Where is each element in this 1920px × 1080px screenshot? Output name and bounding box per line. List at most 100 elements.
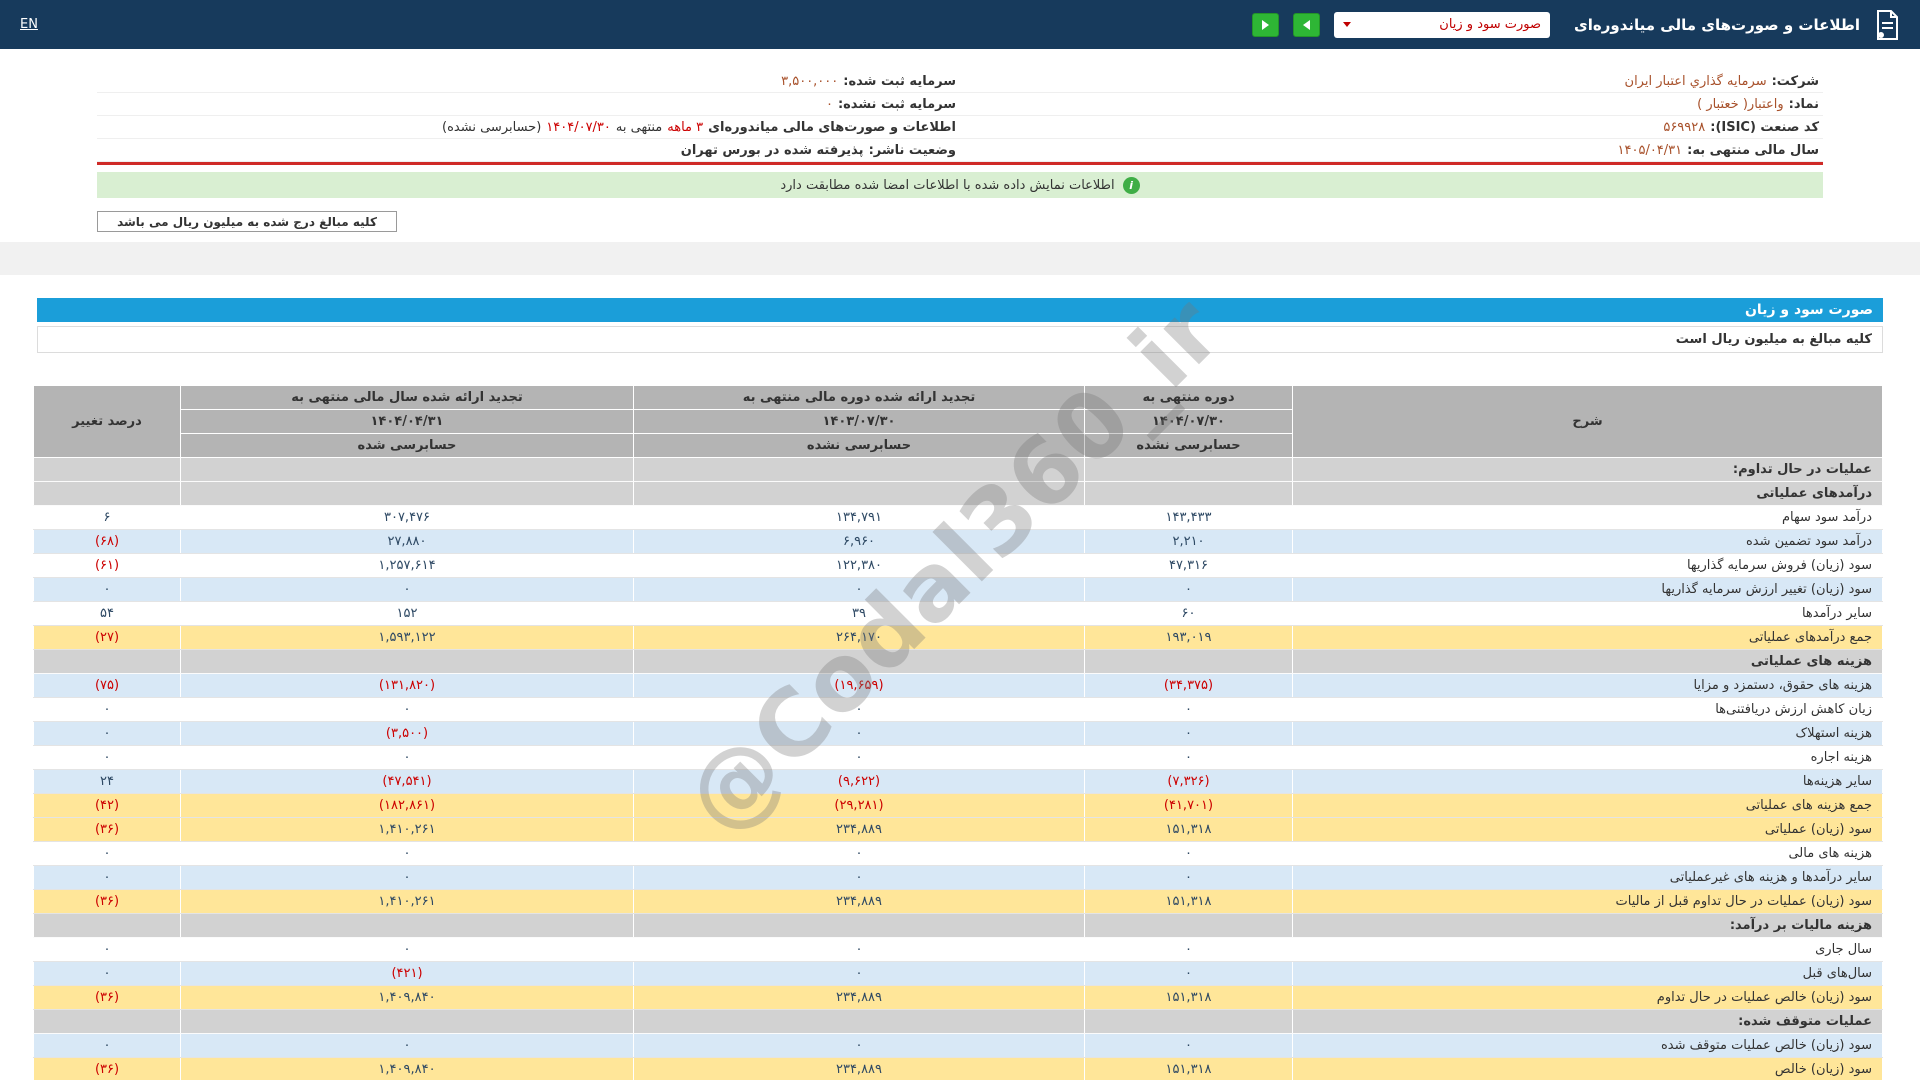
col-header-prior-period-audit: حسابرسی نشده (633, 433, 1085, 458)
company-name-label: شرکت: (1771, 73, 1819, 89)
row-value: ۲۷,۸۸۰ (180, 529, 634, 554)
row-value: ۳۹ (633, 601, 1085, 626)
col-header-current-period-audit: حسابرسی نشده (1084, 433, 1293, 458)
next-report-button[interactable] (1293, 12, 1321, 37)
table-row[interactable]: هزینه اجاره ۰ ۰ ۰ ۰ (33, 745, 1883, 770)
row-description: سال‌های قبل (1292, 961, 1883, 986)
row-value: ۱۲۲,۳۸۰ (633, 553, 1085, 578)
row-value (633, 649, 1085, 674)
row-value: ۰ (180, 697, 634, 722)
row-value: ۲۳۴,۸۸۹ (633, 1057, 1085, 1080)
row-value: ۱۵۱,۳۱۸ (1084, 889, 1293, 914)
prev-report-button[interactable] (1252, 12, 1280, 37)
table-row[interactable]: هزینه های مالی ۰ ۰ ۰ ۰ (33, 841, 1883, 866)
report-period-field: اطلاعات و صورت‌های مالی میاندوره‌ای ۳ ما… (97, 116, 960, 139)
company-name-field: شرکت: سرمایه گذاري اعتبار ایران (960, 70, 1823, 93)
fiscal-year-field: سال مالی منتهی به: ۱۴۰۵/۰۴/۳۱ (960, 139, 1823, 162)
table-row[interactable]: درآمد سود سهام ۱۴۳,۴۳۳ ۱۳۴,۷۹۱ ۳۰۷,۴۷۶ ۶ (33, 505, 1883, 530)
row-value: ۰ (1084, 865, 1293, 890)
table-row[interactable]: سال‌های قبل ۰ ۰ (۴۲۱) ۰ (33, 961, 1883, 986)
row-description: سایر درآمدها و هزینه های غیرعملیاتی (1292, 865, 1883, 890)
isic-code-field: کد صنعت (ISIC): ۵۶۹۹۲۸ (960, 116, 1823, 139)
total-row[interactable]: جمع درآمدهای عملیاتی ۱۹۳,۰۱۹ ۲۶۴,۱۷۰ ۱,۵۹۳,… (33, 625, 1883, 650)
row-description: سود (زیان) خالص عملیات در حال تداوم (1292, 985, 1883, 1010)
table-row[interactable]: هزینه های حقوق، دستمزد و مزایا (۳۴,۳۷۵) (۱… (33, 673, 1883, 698)
table-row[interactable]: سود (زیان) فروش سرمایه گذاریها ۴۷,۳۱۶ ۱۲۲,… (33, 553, 1883, 578)
row-value: (۱۳۱,۸۲۰) (180, 673, 634, 698)
row-description: سود (زیان) عملیات در حال تداوم قبل از ما… (1292, 889, 1883, 914)
row-value (33, 457, 181, 482)
row-value: (۴۲۱) (180, 961, 634, 986)
row-value (1084, 1009, 1293, 1034)
fiscal-year-label: سال مالی منتهی به: (1687, 142, 1819, 158)
row-value: ۱۴۳,۴۳۳ (1084, 505, 1293, 530)
section-row[interactable]: هزینه های عملیاتی (33, 649, 1883, 674)
row-value: ۲۶۴,۱۷۰ (633, 625, 1085, 650)
row-value: (۴۲) (33, 793, 181, 818)
col-header-description: شرح (1292, 385, 1883, 458)
table-row[interactable]: سایر هزینه‌ها (۷,۳۲۶) (۹,۶۲۲) (۴۷,۵۴۱) ۲۴ (33, 769, 1883, 794)
top-navbar: اطلاعات و صورت‌های مالی میاندوره‌ای صورت… (0, 0, 1920, 49)
row-value: ۲۳۴,۸۸۹ (633, 889, 1085, 914)
row-value: ۰ (633, 697, 1085, 722)
table-row[interactable]: سود (زیان) خالص عملیات متوقف شده ۰ ۰ ۰ ۰ (33, 1033, 1883, 1058)
section-row[interactable]: درآمدهای عملیاتی (33, 481, 1883, 506)
row-value (633, 481, 1085, 506)
row-value (33, 913, 181, 938)
table-row[interactable]: سود (زیان) تغییر ارزش سرمایه گذاریها ۰ ۰ ۰ ۰ (33, 577, 1883, 602)
page-title: اطلاعات و صورت‌های مالی میاندوره‌ای (1574, 15, 1860, 34)
col-header-percent-change: درصد تغییر (33, 385, 181, 458)
total-row[interactable]: جمع هزینه های عملیاتی (۴۱,۷۰۱) (۲۹,۲۸۱) (۱۸… (33, 793, 1883, 818)
table-row[interactable]: زیان کاهش ارزش دریافتنی‌ها ۰ ۰ ۰ ۰ (33, 697, 1883, 722)
income-statement-table: شرح دوره منتهی به تجدید ارائه شده دوره م… (33, 385, 1883, 1080)
statement-unit-note: کلیه مبالغ به میلیون ریال است (37, 326, 1883, 353)
row-value: ۰ (33, 841, 181, 866)
row-value (1084, 913, 1293, 938)
table-header-row-titles: شرح دوره منتهی به تجدید ارائه شده دوره م… (33, 385, 1883, 458)
row-description: عملیات متوقف شده: (1292, 1009, 1883, 1034)
row-value (180, 481, 634, 506)
total-row[interactable]: سود (زیان) عملیات در حال تداوم قبل از ما… (33, 889, 1883, 914)
row-description: هزینه های حقوق، دستمزد و مزایا (1292, 673, 1883, 698)
row-value (633, 913, 1085, 938)
row-value: ۱۵۱,۳۱۸ (1084, 1057, 1293, 1080)
row-description: درآمد سود سهام (1292, 505, 1883, 530)
row-value: ۰ (33, 865, 181, 890)
language-toggle[interactable]: EN (20, 17, 38, 32)
total-row[interactable]: سود (زیان) عملیاتی ۱۵۱,۳۱۸ ۲۳۴,۸۸۹ ۱,۴۱۰,۲۶… (33, 817, 1883, 842)
table-row[interactable]: سایر درآمدها ۶۰ ۳۹ ۱۵۲ ۵۴ (33, 601, 1883, 626)
company-name-value: سرمایه گذاري اعتبار ایران (1624, 73, 1767, 89)
table-row[interactable]: هزینه استهلاک ۰ ۰ (۳,۵۰۰) ۰ (33, 721, 1883, 746)
total-row[interactable]: سود (زیان) خالص عملیات در حال تداوم ۱۵۱,۳… (33, 985, 1883, 1010)
row-value: (۶۸) (33, 529, 181, 554)
report-type-select[interactable]: صورت سود و زیان (1334, 11, 1551, 38)
row-value: ۰ (33, 745, 181, 770)
total-row[interactable]: سود (زیان) خالص ۱۵۱,۳۱۸ ۲۳۴,۸۸۹ ۱,۴۰۹,۸۴۰ (۳… (33, 1057, 1883, 1080)
row-value (33, 1009, 181, 1034)
statement-table-wrapper: @Codal360_ir شرح دوره منتهی به تجدید ارا… (33, 276, 1883, 1080)
row-description: سال جاری (1292, 937, 1883, 962)
table-row[interactable]: سال جاری ۰ ۰ ۰ ۰ (33, 937, 1883, 962)
col-header-prior-period-title: تجدید ارائه شده دوره مالی منتهی به (633, 385, 1085, 410)
row-value (180, 649, 634, 674)
col-header-prior-year-title: تجدید ارائه شده سال مالی منتهی به (180, 385, 634, 410)
row-value: ۱۵۱,۳۱۸ (1084, 985, 1293, 1010)
table-row[interactable]: سایر درآمدها و هزینه های غیرعملیاتی ۰ ۰ ۰ ۰ (33, 865, 1883, 890)
row-value: ۱۹۳,۰۱۹ (1084, 625, 1293, 650)
row-description: هزینه های عملیاتی (1292, 649, 1883, 674)
col-header-current-period-date: ۱۴۰۴/۰۷/۳۰ (1084, 409, 1293, 434)
report-period-mid-text: منتهی به (615, 119, 663, 135)
row-value: ۰ (1084, 697, 1293, 722)
row-value (33, 481, 181, 506)
row-value: ۶,۹۶۰ (633, 529, 1085, 554)
row-value (633, 457, 1085, 482)
section-row[interactable]: عملیات در حال تداوم: (33, 457, 1883, 482)
table-row[interactable]: درآمد سود تضمین شده ۲,۲۱۰ ۶,۹۶۰ ۲۷,۸۸۰ (۶۸) (33, 529, 1883, 554)
row-value: ۱,۴۰۹,۸۴۰ (180, 985, 634, 1010)
section-row[interactable]: هزینه مالیات بر درآمد: (33, 913, 1883, 938)
section-row[interactable]: عملیات متوقف شده: (33, 1009, 1883, 1034)
income-statement-section: صورت سود و زیان کلیه مبالغ به میلیون ریا… (33, 276, 1883, 1080)
row-value (180, 1009, 634, 1034)
row-value: ۰ (180, 745, 634, 770)
section-divider (0, 242, 1920, 275)
